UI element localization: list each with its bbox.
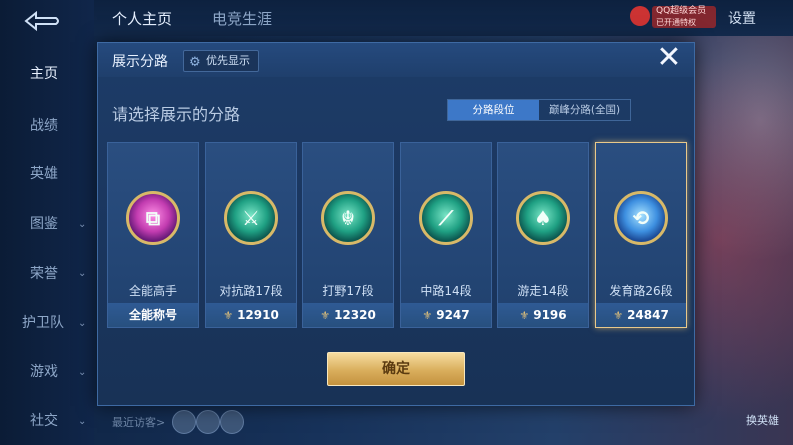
rank-points-icon: ⚜ <box>320 309 331 322</box>
chevron-down-icon: ⌄ <box>78 416 87 427</box>
lane-card[interactable]: ⚔ 对抗路17段 ⚜ 12910 <box>205 142 297 328</box>
emblem-glyph: ⟋ <box>439 206 453 230</box>
nav-item-record[interactable]: 战绩 <box>0 112 94 140</box>
lane-score-value: 9196 <box>533 308 567 322</box>
clash-lane-emblem-icon: ⚔ <box>224 191 278 245</box>
lane-card[interactable]: ⟲ 发育路26段 ⚜ 24847 <box>595 142 687 328</box>
switch-hero-button[interactable]: 换英雄 <box>746 412 779 428</box>
lane-score: ⚜ 9247 <box>401 303 491 327</box>
lane-label: 发育路26段 <box>609 284 673 298</box>
emblem-glyph: ⚔ <box>242 206 260 230</box>
emblem-glyph: ♠ <box>534 206 552 230</box>
lane-score-value: 24847 <box>627 308 669 322</box>
lane-card[interactable]: ⧉ 全能高手全能称号 <box>107 142 199 328</box>
lane-mode-toggle: 分路段位 巅峰分路(全国) <box>447 99 631 121</box>
roam-emblem-icon: ♠ <box>516 191 570 245</box>
nav-item-heroes[interactable]: 英雄 <box>0 160 94 188</box>
lane-score: 全能称号 <box>108 303 198 327</box>
farm-lane-emblem-icon: ⟲ <box>614 191 668 245</box>
lane-score-value: 12910 <box>237 308 279 322</box>
lane-score: ⚜ 24847 <box>596 303 686 327</box>
lane-label: 全能高手 <box>128 284 177 298</box>
confirm-button[interactable]: 确定 <box>327 352 465 386</box>
lane-label: 中路14段 <box>420 284 472 298</box>
nav-item-home[interactable]: 主页 <box>0 60 94 88</box>
back-arrow-icon[interactable] <box>20 8 64 34</box>
dialog-header: 展示分路 ⚙ 优先显示 <box>98 43 694 77</box>
dialog-title: 展示分路 <box>112 54 168 70</box>
rank-points-icon: ⚜ <box>422 309 433 322</box>
chevron-down-icon: ⌄ <box>78 367 87 378</box>
lane-score: ⚜ 12910 <box>206 303 296 327</box>
all-round-emblem-icon: ⧉ <box>126 191 180 245</box>
lane-card[interactable]: ♠ 游走14段 ⚜ 9196 <box>497 142 589 328</box>
lane-label: 打野17段 <box>322 284 374 298</box>
vip-badge-line1: QQ超级会员 <box>656 6 707 16</box>
lane-score: ⚜ 9196 <box>498 303 588 327</box>
recent-visitors-link[interactable]: 最近访客> <box>112 414 165 430</box>
vip-badge-line2: 已开通特权 <box>656 18 696 27</box>
lane-score: ⚜ 12320 <box>303 303 393 327</box>
rank-points-icon: ⚜ <box>519 309 530 322</box>
tab-esports-career[interactable]: 电竞生涯 <box>212 8 272 29</box>
settings-button[interactable]: 设置 <box>728 8 756 28</box>
chevron-down-icon: ⌄ <box>78 268 87 279</box>
chevron-down-icon: ⌄ <box>78 219 87 230</box>
emblem-glyph: ☬ <box>340 206 356 230</box>
lane-card[interactable]: ⟋ 中路14段 ⚜ 9247 <box>400 142 492 328</box>
lane-score-value: 12320 <box>334 308 376 322</box>
emblem-glyph: ⧉ <box>145 206 161 230</box>
emblem-glyph: ⟲ <box>632 206 650 230</box>
tab-lane-rank[interactable]: 分路段位 <box>448 100 539 120</box>
lane-label: 游走14段 <box>517 284 569 298</box>
lane-label: 对抗路17段 <box>219 284 283 298</box>
gear-icon: ⚙ <box>189 55 201 70</box>
priority-display-label: 优先显示 <box>206 54 250 67</box>
priority-display-button[interactable]: ⚙ 优先显示 <box>183 50 259 72</box>
rank-points-icon: ⚜ <box>223 309 234 322</box>
rank-points-icon: ⚜ <box>613 309 624 322</box>
lane-card[interactable]: ☬ 打野17段 ⚜ 12320 <box>302 142 394 328</box>
dialog-subtitle: 请选择展示的分路 <box>112 105 241 124</box>
mid-lane-emblem-icon: ⟋ <box>419 191 473 245</box>
close-icon[interactable]: ✕ <box>654 43 684 74</box>
lane-score-value: 9247 <box>436 308 470 322</box>
left-nav: 主页 战绩 英雄 图鉴 ⌄ 荣誉 ⌄ 护卫队 ⌄ 游戏 ⌄ 社交 ⌄ <box>0 0 94 445</box>
chevron-down-icon: ⌄ <box>78 318 87 329</box>
visitor-avatar[interactable] <box>172 410 196 434</box>
visitor-avatar[interactable] <box>196 410 220 434</box>
visitor-avatar[interactable] <box>220 410 244 434</box>
lane-score-value: 全能称号 <box>128 308 177 322</box>
vip-badge: QQ超级会员 已开通特权 <box>652 6 716 28</box>
tab-profile[interactable]: 个人主页 <box>112 8 172 29</box>
jungle-emblem-icon: ☬ <box>321 191 375 245</box>
avatar <box>630 6 650 26</box>
tab-peak-lane-national[interactable]: 巅峰分路(全国) <box>539 100 630 120</box>
